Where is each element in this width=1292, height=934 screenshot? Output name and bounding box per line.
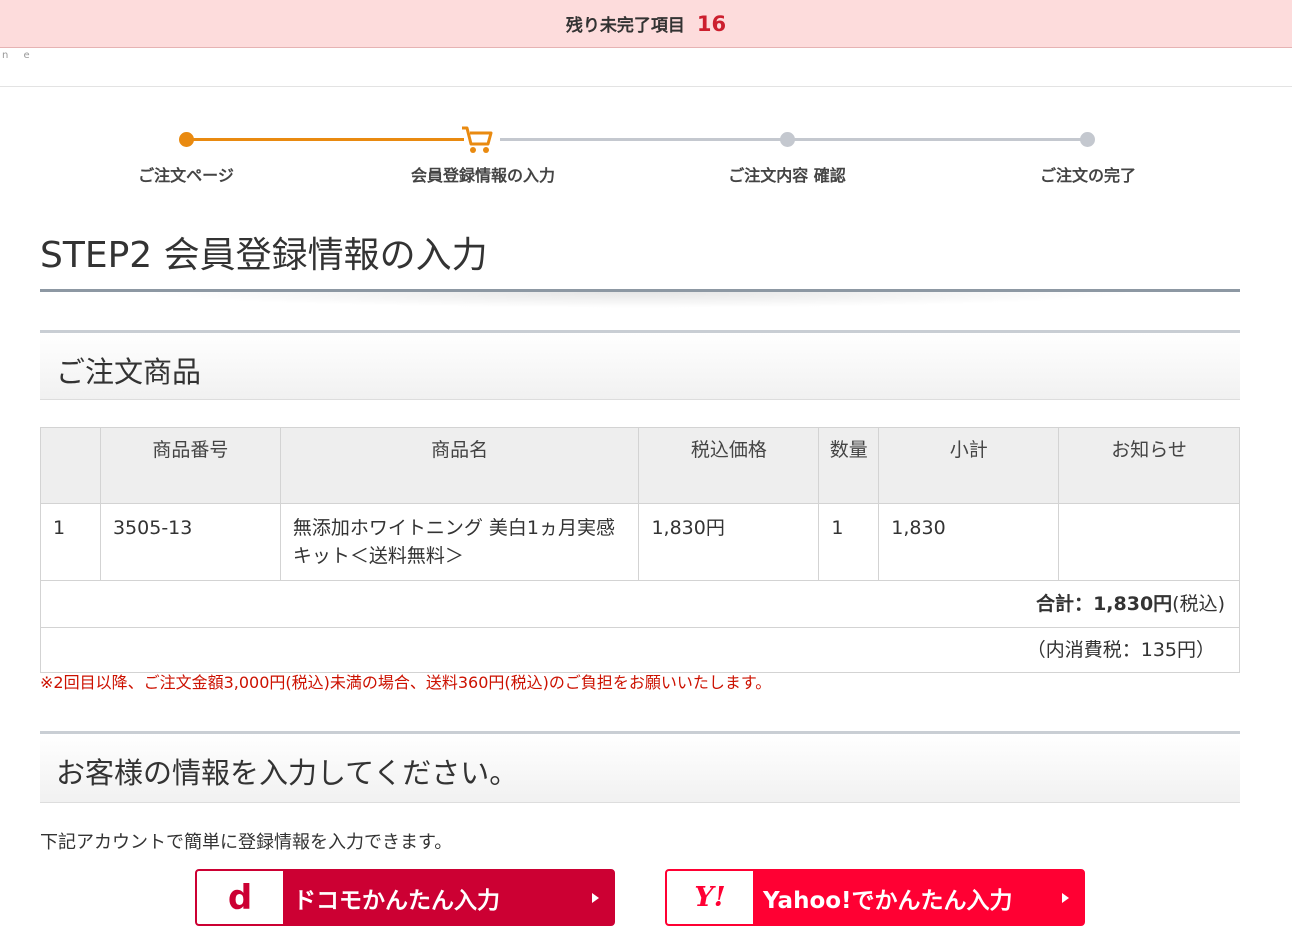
site-header: n e xyxy=(0,48,1292,87)
column-header-item-name: 商品名 xyxy=(279,427,640,504)
docomo-logo: d xyxy=(197,871,283,924)
row-subtotal: 1,830 xyxy=(878,503,1060,581)
row-notice xyxy=(1058,503,1240,581)
progress-steps: ご注文ページ 会員登録情報の入力 ご注文内容 確認 ご注文の完了 xyxy=(40,120,1240,190)
docomo-logo-text: d xyxy=(227,877,253,918)
total-value: 1,830円 xyxy=(1093,593,1173,615)
table-header-row: 商品番号 商品名 税込価格 数量 小計 お知らせ xyxy=(40,427,1240,504)
row-quantity: 1 xyxy=(818,503,880,581)
progress-line-remaining xyxy=(500,138,1090,141)
step-label-order-confirm: ご注文内容 確認 xyxy=(728,166,846,185)
row-item-name: 無添加ホワイトニング 美白1ヵ月実感キット＜送料無料＞ xyxy=(279,503,640,581)
column-header-price: 税込価格 xyxy=(638,427,820,504)
customer-info-heading-text: お客様の情報を入力してください。 xyxy=(56,756,519,790)
shipping-notice: ※2回目以降、ご注文金額3,000円(税込)未満の場合、送料360円(税込)のご… xyxy=(40,673,772,692)
remaining-items-bar: 残り未完了項目 16 xyxy=(0,0,1292,48)
docomo-button-label: ドコモかんたん入力 xyxy=(293,887,500,914)
page-title: STEP2 会員登録情報の入力 xyxy=(40,235,488,276)
order-items-heading-text: ご注文商品 xyxy=(56,355,202,389)
table-row: 1 3505-13 無添加ホワイトニング 美白1ヵ月実感キット＜送料無料＞ 1,… xyxy=(40,503,1240,581)
row-item-code: 3505-13 xyxy=(99,503,281,581)
title-divider-shadow xyxy=(140,292,1140,308)
tax-note: （内消費税：135円） xyxy=(40,627,1240,673)
yahoo-button-label: Yahoo!でかんたん入力 xyxy=(763,887,1013,914)
row-price: 1,830円 xyxy=(638,503,820,581)
account-login-text: 下記アカウントで簡単に登録情報を入力できます。 xyxy=(40,832,453,853)
step-dot-order-confirm xyxy=(780,132,795,147)
order-items-table: 商品番号 商品名 税込価格 数量 小計 お知らせ 1 3505-13 無添加ホワ… xyxy=(40,427,1240,673)
remaining-items-count: 16 xyxy=(696,11,727,36)
yahoo-logo: Y! xyxy=(667,871,753,924)
step-label-member-info: 会員登録情報の入力 xyxy=(410,166,556,185)
yahoo-logo-text: Y! xyxy=(694,882,726,913)
order-items-heading: ご注文商品 xyxy=(40,330,1240,400)
customer-info-heading: お客様の情報を入力してください。 xyxy=(40,731,1240,803)
remaining-items-label: 残り未完了項目 xyxy=(565,16,685,36)
step-dot-order-complete xyxy=(1080,132,1095,147)
step-dot-order-page xyxy=(179,132,194,147)
column-header-item-code: 商品番号 xyxy=(99,427,281,504)
row-index: 1 xyxy=(40,503,101,581)
total-label: 合計： xyxy=(1036,593,1094,615)
column-header-subtotal: 小計 xyxy=(878,427,1060,504)
cart-icon xyxy=(462,126,494,153)
column-header-notice: お知らせ xyxy=(1058,427,1240,504)
total-suffix: (税込) xyxy=(1172,593,1225,615)
progress-line-completed xyxy=(186,138,466,141)
column-header-quantity: 数量 xyxy=(818,427,880,504)
yahoo-easy-input-button[interactable]: Y! Yahoo!でかんたん入力 xyxy=(665,869,1085,926)
total-row: 合計：1,830円(税込) xyxy=(40,580,1240,628)
total-cell: 合計：1,830円(税込) xyxy=(40,580,1240,628)
triangle-right-icon xyxy=(592,892,599,903)
docomo-easy-input-button[interactable]: d ドコモかんたん入力 xyxy=(195,869,615,926)
step-label-order-page: ご注文ページ xyxy=(138,166,234,185)
step-label-order-complete: ご注文の完了 xyxy=(1039,166,1137,185)
column-header-index xyxy=(40,427,101,504)
triangle-right-icon xyxy=(1062,892,1069,903)
tax-row: （内消費税：135円） xyxy=(40,627,1240,673)
header-logo-fragment: n e xyxy=(2,50,36,61)
